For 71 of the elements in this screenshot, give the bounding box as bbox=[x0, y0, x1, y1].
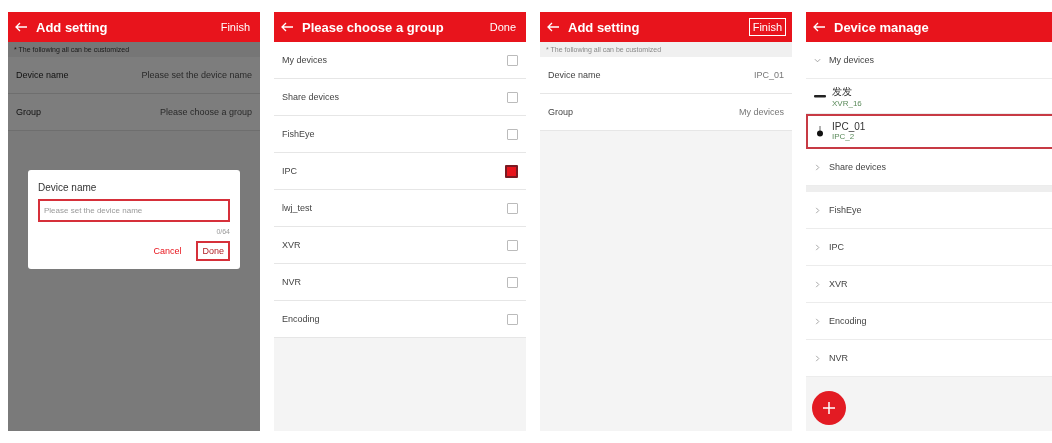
group-row[interactable]: Share devices bbox=[806, 149, 1052, 186]
checkbox[interactable] bbox=[507, 128, 518, 140]
group-option[interactable]: lwj_test bbox=[274, 190, 526, 227]
group-option[interactable]: IPC bbox=[274, 153, 526, 190]
dialog-button[interactable]: Cancel bbox=[148, 241, 187, 261]
group-option[interactable]: FishEye bbox=[274, 116, 526, 153]
header-action-button[interactable]: Finish bbox=[748, 18, 786, 36]
screen-title: Add setting bbox=[36, 19, 109, 35]
back-arrow-icon[interactable] bbox=[546, 22, 560, 32]
group-row[interactable]: My devices bbox=[806, 42, 1052, 79]
group-row[interactable]: XVR bbox=[806, 266, 1052, 303]
checkbox[interactable] bbox=[507, 313, 518, 325]
group-label: My devices bbox=[829, 55, 874, 65]
field-label: Device name bbox=[548, 70, 601, 80]
form-row[interactable]: Group My devices bbox=[540, 94, 792, 131]
checkbox[interactable] bbox=[507, 276, 518, 288]
field-label: Device name bbox=[16, 70, 69, 80]
device-model: XVR_16 bbox=[832, 98, 862, 108]
checkbox[interactable] bbox=[505, 164, 518, 178]
group-option[interactable]: XVR bbox=[274, 227, 526, 264]
dialog-button[interactable]: Done bbox=[196, 241, 230, 261]
device-name-input[interactable]: Please set the device name bbox=[38, 199, 230, 222]
group-label: NVR bbox=[829, 353, 848, 363]
option-label: NVR bbox=[282, 277, 301, 287]
group-row[interactable]: Encoding bbox=[806, 303, 1052, 340]
back-arrow-icon[interactable] bbox=[280, 22, 294, 32]
screen-title: Device manage bbox=[834, 19, 930, 35]
field-placeholder: Please set the device name bbox=[141, 70, 252, 80]
checkbox[interactable] bbox=[507, 54, 518, 66]
add-button[interactable] bbox=[812, 391, 846, 425]
device-model: IPC_2 bbox=[832, 132, 856, 141]
checkbox[interactable] bbox=[507, 239, 518, 251]
group-option[interactable]: Share devices bbox=[274, 79, 526, 116]
field-label: Group bbox=[16, 107, 41, 117]
option-label: IPC bbox=[282, 166, 297, 176]
group-option[interactable]: My devices bbox=[274, 42, 526, 79]
dialog-title: Device name bbox=[38, 182, 98, 193]
header-action-button[interactable]: Done bbox=[485, 18, 520, 36]
header-action-button[interactable]: Finish bbox=[216, 18, 254, 36]
group-label: IPC bbox=[829, 242, 844, 252]
group-label: Encoding bbox=[829, 316, 867, 326]
option-label: FishEye bbox=[282, 129, 315, 139]
device-row[interactable]: 发发 XVR_16 bbox=[806, 79, 1052, 114]
camera-icon bbox=[814, 125, 826, 137]
field-label: Group bbox=[548, 107, 573, 117]
screen-title: Add setting bbox=[568, 19, 641, 35]
group-option[interactable]: Encoding bbox=[274, 301, 526, 338]
group-label: Share devices bbox=[829, 162, 887, 172]
checkbox[interactable] bbox=[507, 91, 518, 103]
screen-title: Please choose a group bbox=[302, 19, 445, 35]
field-placeholder: Please choose a group bbox=[159, 107, 252, 117]
group-row[interactable]: NVR bbox=[806, 340, 1052, 377]
checkbox[interactable] bbox=[507, 202, 518, 214]
field-value: My devices bbox=[739, 107, 784, 117]
option-label: lwj_test bbox=[282, 203, 312, 213]
form-row[interactable]: Device name IPC_01 bbox=[540, 57, 792, 94]
group-row[interactable]: IPC bbox=[806, 229, 1052, 266]
device-row[interactable]: IPC_01 IPC_2 bbox=[806, 114, 1052, 149]
group-label: FishEye bbox=[829, 205, 862, 215]
device-name: IPC_01 bbox=[832, 121, 866, 132]
option-label: Encoding bbox=[282, 314, 320, 324]
group-row[interactable]: FishEye bbox=[806, 192, 1052, 229]
field-value: IPC_01 bbox=[753, 70, 784, 80]
group-label: XVR bbox=[829, 279, 848, 289]
group-option[interactable]: NVR bbox=[274, 264, 526, 301]
device-name: 发发 bbox=[832, 84, 853, 99]
option-label: My devices bbox=[282, 55, 327, 65]
back-arrow-icon[interactable] bbox=[812, 22, 826, 32]
option-label: XVR bbox=[282, 240, 301, 250]
back-arrow-icon[interactable] bbox=[14, 22, 28, 32]
option-label: Share devices bbox=[282, 92, 340, 102]
